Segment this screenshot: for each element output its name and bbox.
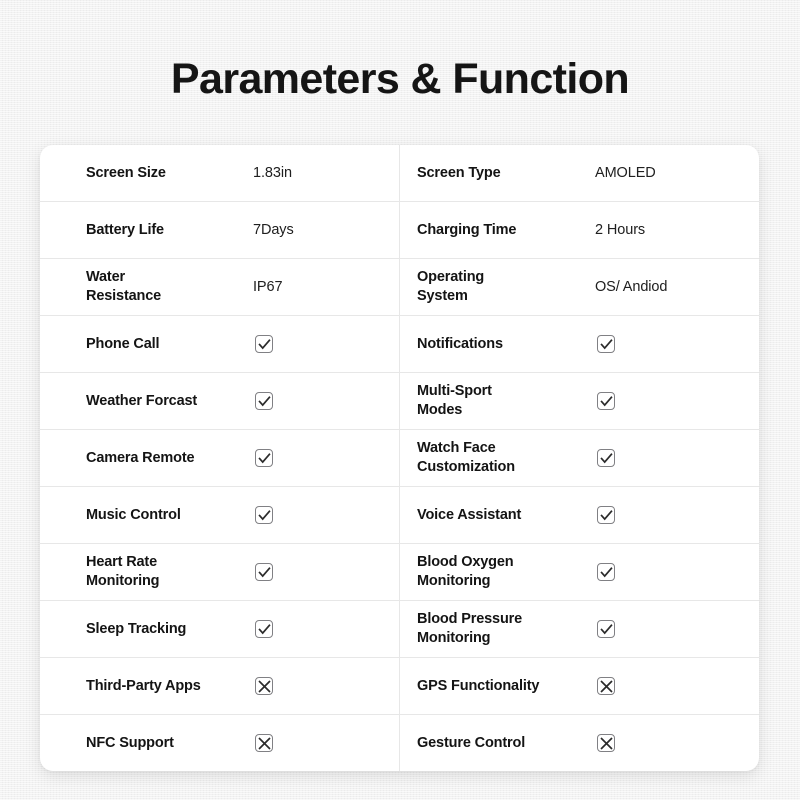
spec-cell-left: NFC Support (40, 715, 400, 771)
spec-label: Blood Oxygen Monitoring (417, 554, 514, 589)
checkbox-checked-icon[interactable] (255, 392, 273, 410)
spec-cell-left: Heart Rate Monitoring (40, 544, 400, 600)
spec-cell-right: Blood Pressure Monitoring (400, 601, 759, 657)
checkbox-crossed-icon[interactable] (255, 734, 273, 752)
spec-label: Multi-Sport Modes (417, 383, 492, 418)
spec-label: Music Control (86, 506, 181, 523)
table-row: Music Control Voice Assistant (40, 487, 759, 544)
spec-label: Screen Type (417, 164, 501, 181)
spec-cell-right: Gesture Control (400, 715, 759, 771)
checkbox-checked-icon[interactable] (255, 563, 273, 581)
spec-label: Notifications (417, 335, 503, 352)
spec-cell-right: Watch Face Customization (400, 430, 759, 486)
table-row: Water Resistance IP67 Operating System OS/ … (40, 259, 759, 316)
checkbox-checked-icon[interactable] (597, 563, 615, 581)
table-row: Screen Size 1.83in Screen Type AMOLED (40, 145, 759, 202)
spec-value: AMOLED (595, 164, 656, 181)
spec-value: 1.83in (253, 164, 292, 181)
checkbox-checked-icon[interactable] (255, 620, 273, 638)
spec-label: Gesture Control (417, 734, 526, 751)
spec-label: Sleep Tracking (86, 620, 187, 637)
spec-value: OS/ Andiod (595, 278, 668, 295)
spec-cell-right: GPS Functionality (400, 658, 759, 714)
checkbox-checked-icon[interactable] (597, 449, 615, 467)
checkbox-checked-icon[interactable] (597, 335, 615, 353)
spec-value: 7Days (253, 221, 294, 238)
table-row: Third-Party Apps GPS Functionality (40, 658, 759, 715)
spec-value: 2 Hours (595, 221, 646, 238)
spec-cell-left: Weather Forcast (40, 373, 400, 429)
spec-cell-left: Screen Size 1.83in (40, 145, 400, 201)
spec-label: Heart Rate Monitoring (86, 554, 160, 589)
spec-label: Third-Party Apps (86, 677, 201, 694)
spec-label: Operating System (417, 269, 485, 304)
table-row: Camera Remote Watch Face Customization (40, 430, 759, 487)
table-row: Weather Forcast Multi-Sport Modes (40, 373, 759, 430)
checkbox-crossed-icon[interactable] (597, 734, 615, 752)
spec-cell-right: Notifications (400, 316, 759, 372)
spec-cell-right: Multi-Sport Modes (400, 373, 759, 429)
spec-cell-right: Operating System OS/ Andiod (400, 259, 759, 315)
checkbox-crossed-icon[interactable] (255, 677, 273, 695)
spec-label: Screen Size (86, 164, 166, 181)
spec-label: Phone Call (86, 335, 160, 352)
spec-cell-left: Music Control (40, 487, 400, 543)
spec-cell-right: Charging Time 2 Hours (400, 202, 759, 258)
spec-cell-right: Blood Oxygen Monitoring (400, 544, 759, 600)
spec-cell-left: Battery Life 7Days (40, 202, 400, 258)
checkbox-checked-icon[interactable] (255, 506, 273, 524)
checkbox-crossed-icon[interactable] (597, 677, 615, 695)
checkbox-checked-icon[interactable] (597, 392, 615, 410)
table-row: Sleep Tracking Blood Pressure Monitoring (40, 601, 759, 658)
table-row: Heart Rate Monitoring Blood Oxygen Monito… (40, 544, 759, 601)
specifications-table: Screen Size 1.83in Screen Type AMOLED Batter… (40, 145, 759, 771)
spec-value: IP67 (253, 278, 283, 295)
spec-label: Watch Face Customization (417, 440, 515, 475)
table-row: Phone Call Notifications (40, 316, 759, 373)
spec-cell-left: Water Resistance IP67 (40, 259, 400, 315)
table-row: NFC Support Gesture Control (40, 715, 759, 771)
spec-cell-right: Voice Assistant (400, 487, 759, 543)
spec-label: Water Resistance (86, 269, 162, 304)
spec-label: Weather Forcast (86, 392, 198, 409)
spec-cell-left: Phone Call (40, 316, 400, 372)
checkbox-checked-icon[interactable] (597, 620, 615, 638)
checkbox-checked-icon[interactable] (255, 335, 273, 353)
spec-sheet-page: Parameters & Function Screen Size 1.83in S… (0, 0, 800, 800)
table-row: Battery Life 7Days Charging Time 2 Hours (40, 202, 759, 259)
page-title: Parameters & Function (170, 55, 630, 103)
spec-label: Voice Assistant (417, 506, 522, 523)
spec-label: GPS Functionality (417, 677, 540, 694)
checkbox-checked-icon[interactable] (597, 506, 615, 524)
spec-label: NFC Support (86, 734, 174, 751)
spec-label: Charging Time (417, 221, 517, 238)
spec-label: Blood Pressure Monitoring (417, 611, 523, 646)
spec-cell-left: Sleep Tracking (40, 601, 400, 657)
spec-cell-right: Screen Type AMOLED (400, 145, 759, 201)
spec-cell-left: Third-Party Apps (40, 658, 400, 714)
spec-label: Battery Life (86, 221, 164, 238)
checkbox-checked-icon[interactable] (255, 449, 273, 467)
spec-label: Camera Remote (86, 449, 195, 466)
spec-cell-left: Camera Remote (40, 430, 400, 486)
